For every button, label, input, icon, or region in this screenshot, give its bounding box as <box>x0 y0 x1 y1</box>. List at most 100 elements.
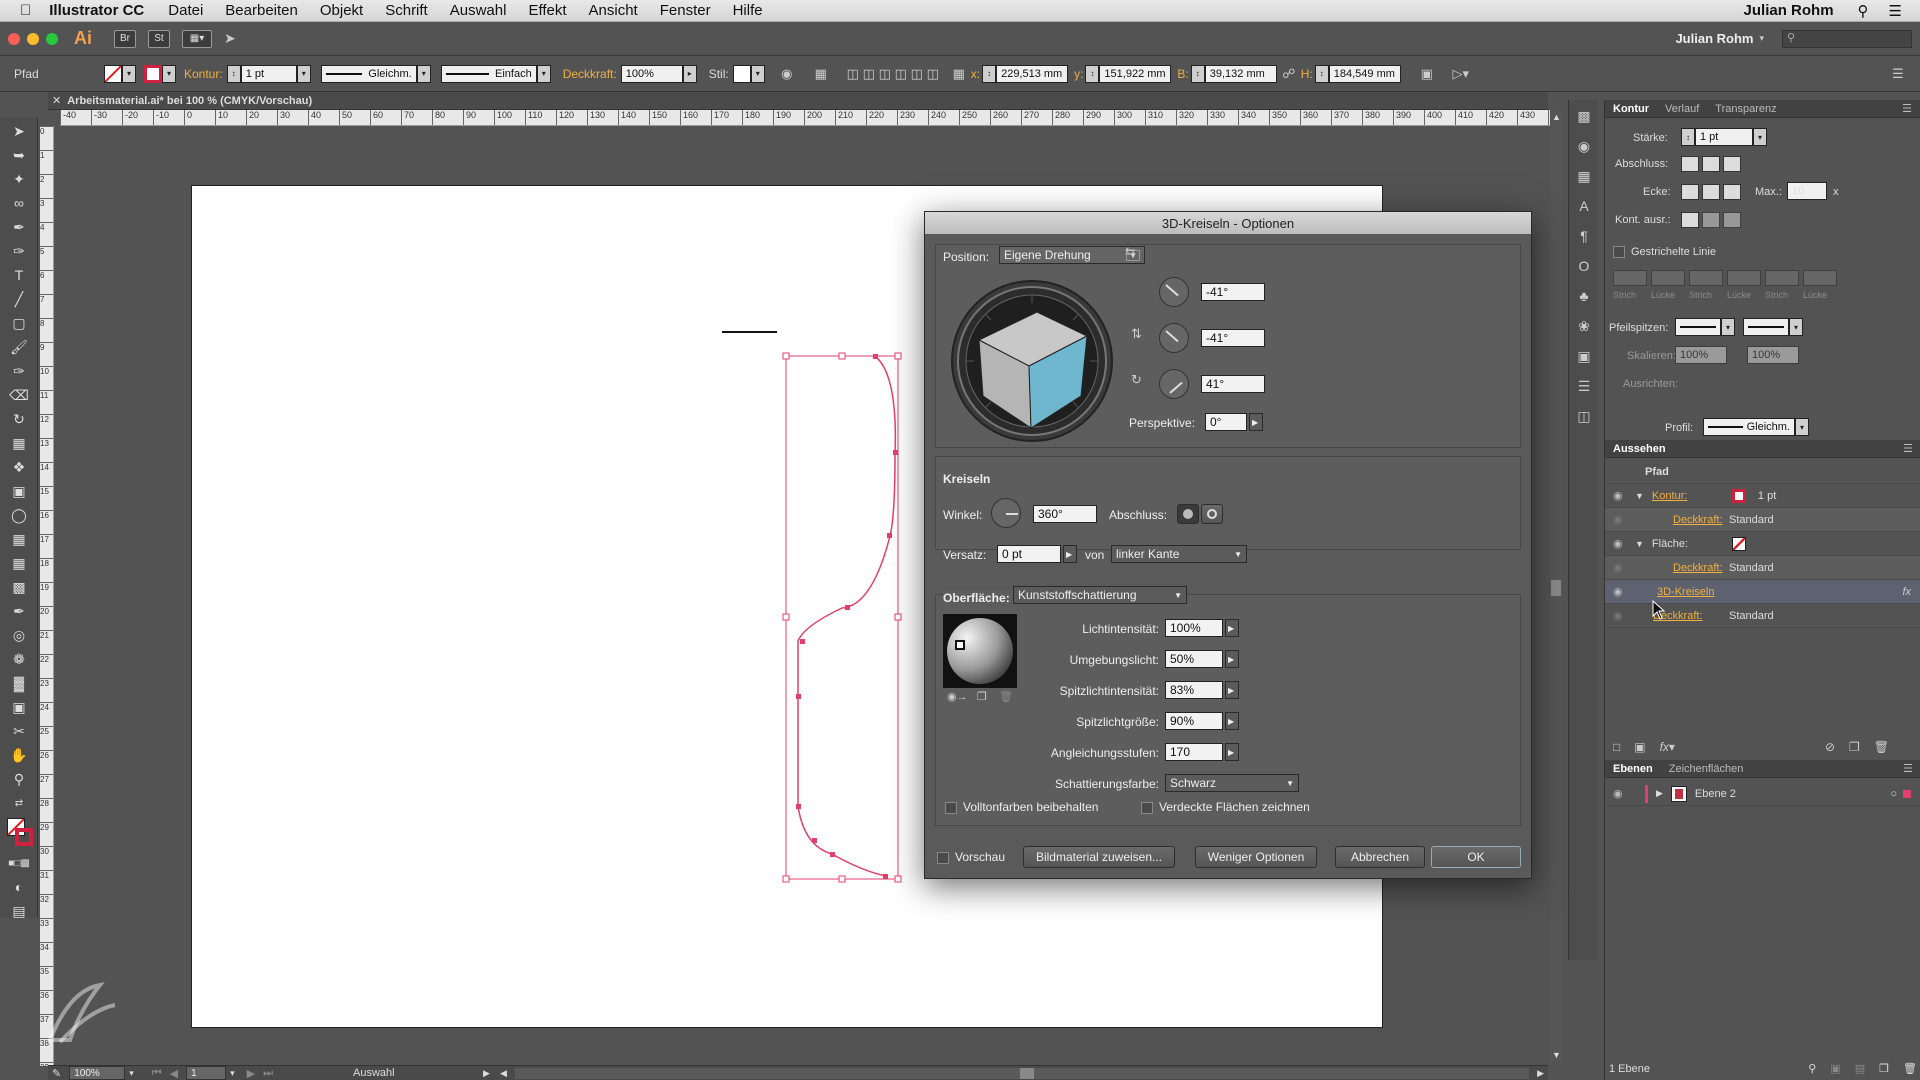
width-tool-icon[interactable]: ❖ <box>5 456 33 478</box>
x-rotation-field[interactable]: -41° <box>1201 283 1265 301</box>
appearance-3d-revolve-label[interactable]: 3D-Kreiseln <box>1657 586 1902 598</box>
symbols-panel-icon[interactable]: ♣ <box>1574 286 1594 306</box>
y-label[interactable]: y: <box>1074 67 1083 81</box>
style-dropdown[interactable]: ▾ <box>750 64 765 83</box>
horizontal-scroll-thumb[interactable] <box>1019 1067 1034 1079</box>
profile-select-dropdown[interactable]: ▾ <box>1795 418 1809 436</box>
paragraph-panel-icon[interactable]: ¶ <box>1574 226 1594 246</box>
menu-auswahl[interactable]: Auswahl <box>450 2 507 19</box>
brush-dropdown[interactable]: ▾ <box>536 64 551 83</box>
delete-layer-icon[interactable]: 🗑 <box>1903 1062 1917 1075</box>
move-light-back-icon[interactable]: ◉→ <box>947 690 968 703</box>
menu-fenster[interactable]: Fenster <box>660 2 711 19</box>
color-panel-icon[interactable]: ▩ <box>1574 106 1594 126</box>
end-scale-field[interactable]: 100% <box>1747 346 1799 364</box>
bridge-button[interactable]: Br <box>114 29 136 48</box>
x-field[interactable]: 229,513 mm <box>996 64 1069 83</box>
cap-off-button[interactable] <box>1201 504 1223 524</box>
create-sublayer-icon[interactable]: ▤ <box>1855 1062 1865 1075</box>
start-arrowhead-dropdown[interactable]: ▾ <box>1721 318 1735 336</box>
add-effect-icon[interactable]: fx▾ <box>1660 740 1675 754</box>
miter-join-button[interactable] <box>1681 184 1699 200</box>
selection-tool-icon[interactable]: ➤ <box>5 120 33 142</box>
eye-icon[interactable]: ◉ <box>1613 561 1629 574</box>
stroke-weight-field[interactable]: 1 pt <box>240 64 297 83</box>
opacity-label[interactable]: Deckkraft: <box>563 67 617 81</box>
scroll-up-icon[interactable]: ▲ <box>1552 112 1561 122</box>
stroke-weight-dropdown[interactable]: ▾ <box>296 64 311 83</box>
angle-field[interactable]: 360° <box>1033 505 1097 523</box>
align-to-icon[interactable]: ▦ <box>813 66 829 82</box>
width-stepper[interactable]: ↕ <box>1190 64 1205 83</box>
horizontal-scrollbar[interactable] <box>514 1067 1530 1079</box>
character-panel-icon[interactable]: A <box>1574 196 1594 216</box>
vertical-ruler[interactable]: 0 1 2 3 4 5 6 7 8 9 10 11 12 13 14 15 16 17 18 19 20 21 22 23 24… <box>40 126 54 1066</box>
round-join-button[interactable] <box>1702 184 1720 200</box>
current-tool-status[interactable]: Auswahl <box>353 1067 483 1079</box>
pathfinder-panel-icon[interactable]: ◫ <box>1574 406 1594 426</box>
bounding-box[interactable] <box>785 355 899 880</box>
perspective-slider-toggle[interactable]: ▶ <box>1249 413 1263 431</box>
layer-target-icon[interactable]: ○ <box>1890 788 1897 800</box>
menu-objekt[interactable]: Objekt <box>320 2 363 19</box>
x-label[interactable]: x: <box>971 67 980 81</box>
variable-width-profile[interactable]: Gleichm. <box>320 64 417 83</box>
align-inside-stroke-button[interactable] <box>1702 212 1720 228</box>
scroll-right-icon[interactable]: ▶ <box>1537 1068 1544 1079</box>
menubar-user[interactable]: Julian Rohm <box>1744 2 1834 19</box>
ambient-light-slider-toggle[interactable]: ▶ <box>1225 650 1239 668</box>
align-outside-stroke-button[interactable] <box>1723 212 1741 228</box>
column-graph-tool-icon[interactable]: ▓ <box>5 672 33 694</box>
duplicate-item-icon[interactable]: ❐ <box>1849 740 1860 754</box>
offset-slider-toggle[interactable]: ▶ <box>1063 545 1077 563</box>
perspective-grid-tool-icon[interactable]: ▦ <box>5 528 33 550</box>
swap-fill-stroke-icon[interactable]: ⇄ <box>5 792 33 814</box>
align-panel-icon[interactable]: ☰ <box>1574 376 1594 396</box>
swatches-panel-icon[interactable]: ▦ <box>1574 166 1594 186</box>
fewer-options-button[interactable]: Weniger Optionen <box>1195 846 1317 868</box>
vertical-scroll-thumb[interactable] <box>1551 580 1561 596</box>
tab-ebenen[interactable]: Ebenen <box>1605 763 1661 775</box>
rotate-tool-icon[interactable]: ↻ <box>5 408 33 430</box>
light-intensity-slider-toggle[interactable]: ▶ <box>1225 619 1239 637</box>
scale-tool-icon[interactable]: ▦ <box>5 432 33 454</box>
dialog-title[interactable]: 3D-Kreiseln - Optionen <box>925 212 1531 234</box>
align-top-icon[interactable]: ◫ <box>893 66 909 82</box>
draw-hidden-faces-checkbox[interactable] <box>1141 802 1153 814</box>
apple-icon[interactable]:  <box>20 2 31 19</box>
height-label[interactable]: H: <box>1301 67 1313 81</box>
dashed-line-checkbox[interactable] <box>1613 246 1625 258</box>
layer-expand-icon[interactable]: ▶ <box>1656 788 1663 799</box>
zoom-tool-icon[interactable]: ⚲ <box>5 768 33 790</box>
pen-tool-icon[interactable]: ✒ <box>5 216 33 238</box>
z-rotation-knob[interactable] <box>1159 369 1189 399</box>
mesh-tool-icon[interactable]: ▦ <box>5 552 33 574</box>
gap-field-1[interactable] <box>1651 270 1685 286</box>
next-artboard-icon[interactable]: ▶ <box>247 1067 255 1080</box>
weight-stepper[interactable]: ↕ <box>1681 128 1695 146</box>
zoom-dropdown[interactable]: ▾ <box>129 1068 134 1079</box>
clear-appearance-icon[interactable]: ⊘ <box>1825 740 1835 754</box>
delete-light-icon[interactable]: 🗑 <box>999 690 1013 703</box>
isolate-icon[interactable]: ▷▾ <box>1453 66 1470 82</box>
appearance-row-stroke[interactable]: ◉ ▼ Kontur: 1 pt <box>1605 484 1920 508</box>
start-scale-field[interactable]: 100% <box>1675 346 1727 364</box>
last-artboard-icon[interactable]: ⏭ <box>263 1067 273 1080</box>
start-arrowhead-select[interactable] <box>1675 318 1721 336</box>
appearance-fill-swatch[interactable] <box>1731 536 1746 551</box>
tab-kontur[interactable]: Kontur <box>1605 103 1657 115</box>
curvature-tool-icon[interactable]: ✑ <box>5 240 33 262</box>
from-select[interactable]: linker Kante ▼ <box>1111 545 1247 563</box>
stroke-dropdown[interactable]: ▾ <box>162 64 176 83</box>
fill-stroke-indicator[interactable] <box>5 816 33 850</box>
make-clipping-mask-icon[interactable]: ▣ <box>1830 1062 1840 1075</box>
y-field[interactable]: 151,922 mm <box>1099 64 1172 83</box>
graphic-style-swatch[interactable] <box>732 64 751 83</box>
appearance-stroke-label[interactable]: Kontur: <box>1652 490 1732 502</box>
blend-steps-field[interactable]: 170 <box>1165 743 1223 761</box>
artboard-tool-icon[interactable]: ▣ <box>5 696 33 718</box>
fill-dropdown[interactable]: ▾ <box>122 64 136 83</box>
close-tab-icon[interactable]: ✕ <box>52 94 61 107</box>
magic-wand-tool-icon[interactable]: ✦ <box>5 168 33 190</box>
eye-icon[interactable]: ◉ <box>1613 537 1629 550</box>
